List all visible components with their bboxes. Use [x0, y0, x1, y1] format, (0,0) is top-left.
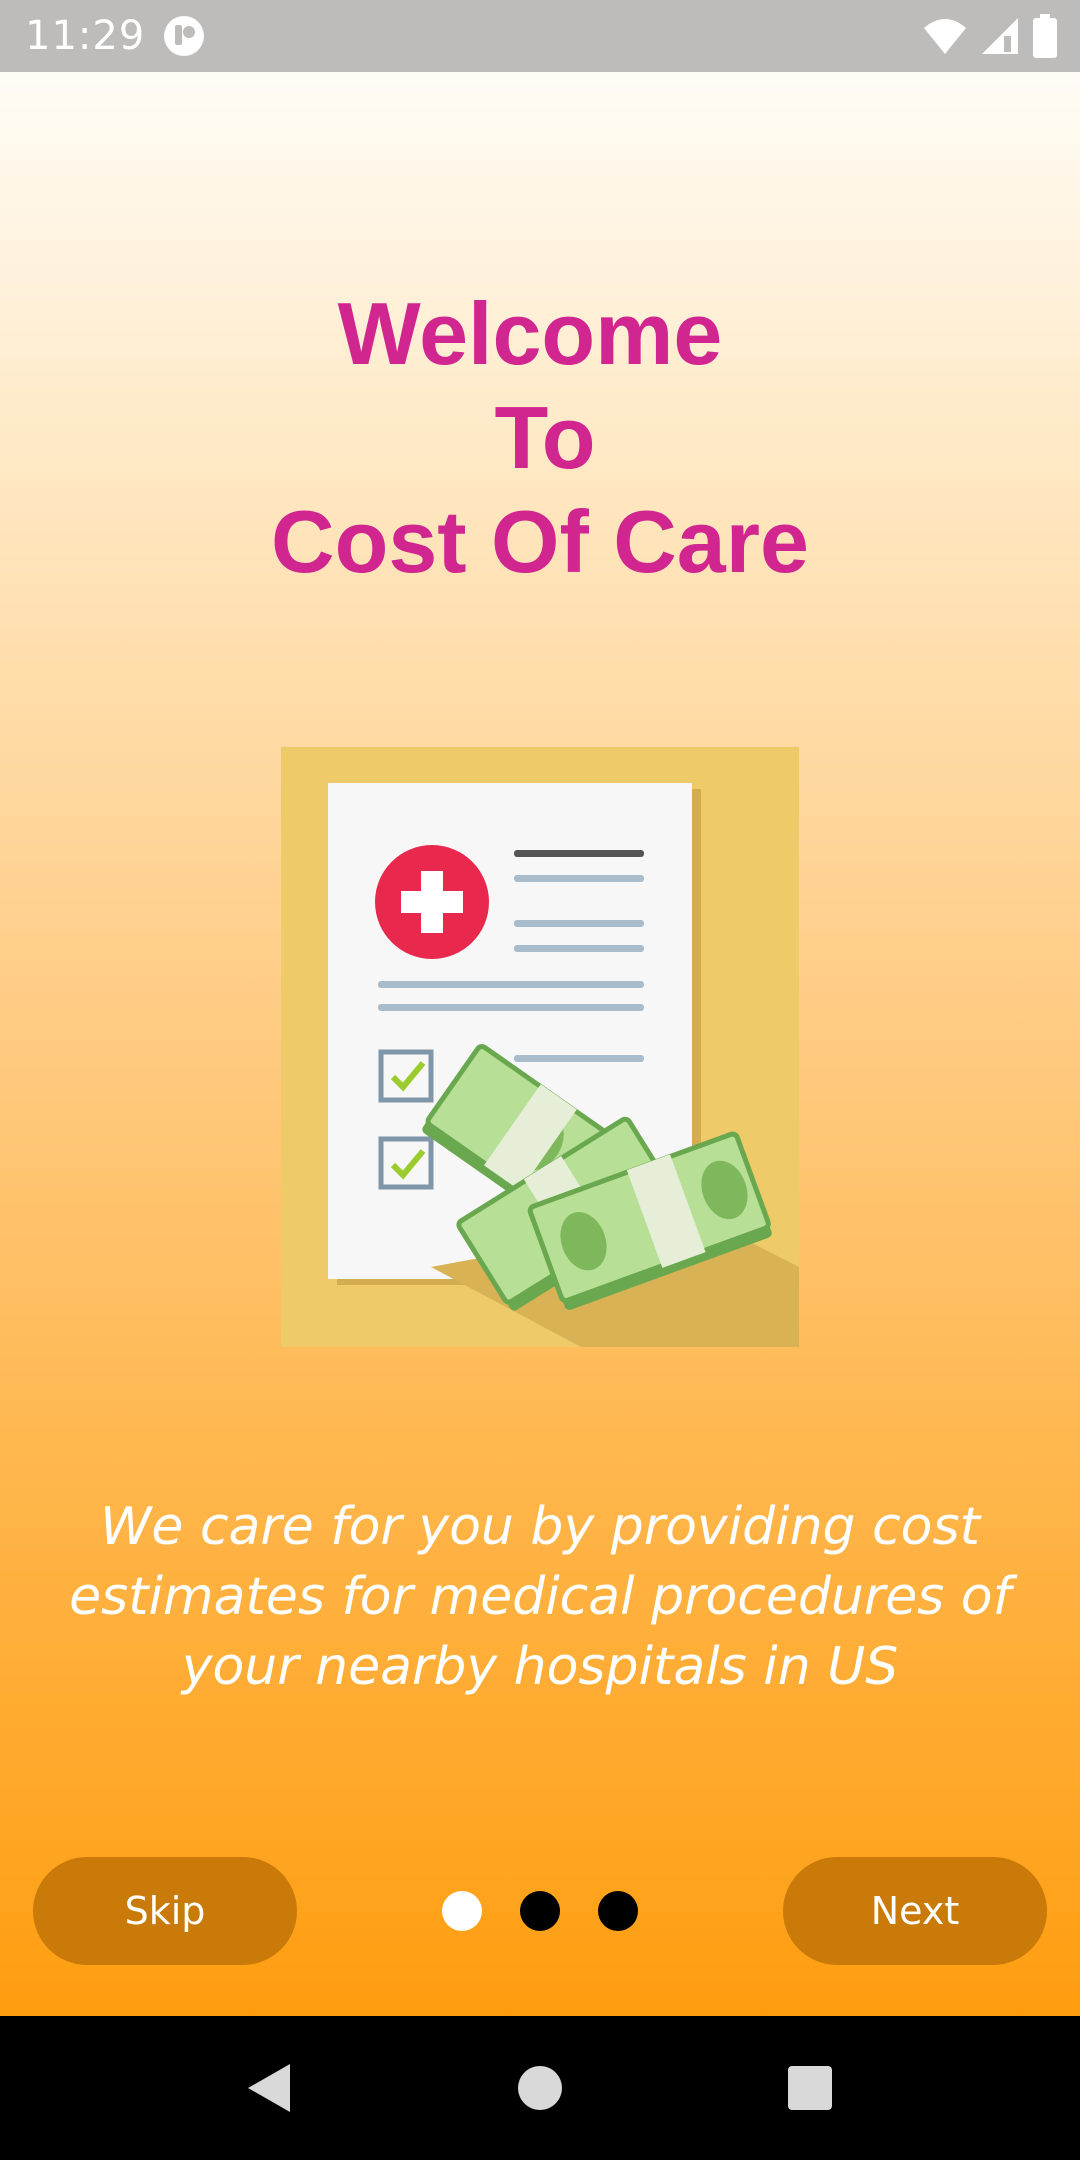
page-dot[interactable] [520, 1891, 560, 1931]
title-line-2: To [494, 388, 596, 487]
cell-signal-icon [982, 18, 1018, 54]
back-icon[interactable] [240, 2058, 300, 2118]
recents-icon[interactable] [780, 2058, 840, 2118]
app-notification-icon [164, 16, 204, 56]
page-dot-active[interactable] [442, 1891, 482, 1931]
status-bar: 11:29 [0, 0, 1080, 72]
status-time: 11:29 [25, 13, 146, 59]
battery-icon [1033, 14, 1057, 58]
welcome-title: Welcome To Cost Of Care [0, 282, 1080, 594]
status-icons [922, 14, 1058, 58]
onboarding-screen: Welcome To Cost Of Care We care for you … [0, 72, 1080, 2016]
page-indicator [442, 1891, 638, 1931]
title-line-3: Cost Of Care [271, 492, 809, 591]
tagline: We care for you by providing cost estima… [69, 1497, 1011, 1697]
medical-bill-with-cash-illustration [281, 747, 799, 1347]
page-dot[interactable] [598, 1891, 638, 1931]
home-icon[interactable] [510, 2058, 570, 2118]
next-button[interactable]: Next [783, 1857, 1047, 1965]
title-line-1: Welcome [337, 284, 723, 383]
skip-button[interactable]: Skip [33, 1857, 297, 1965]
wifi-icon [924, 19, 966, 54]
navigation-bar [0, 2016, 1080, 2160]
